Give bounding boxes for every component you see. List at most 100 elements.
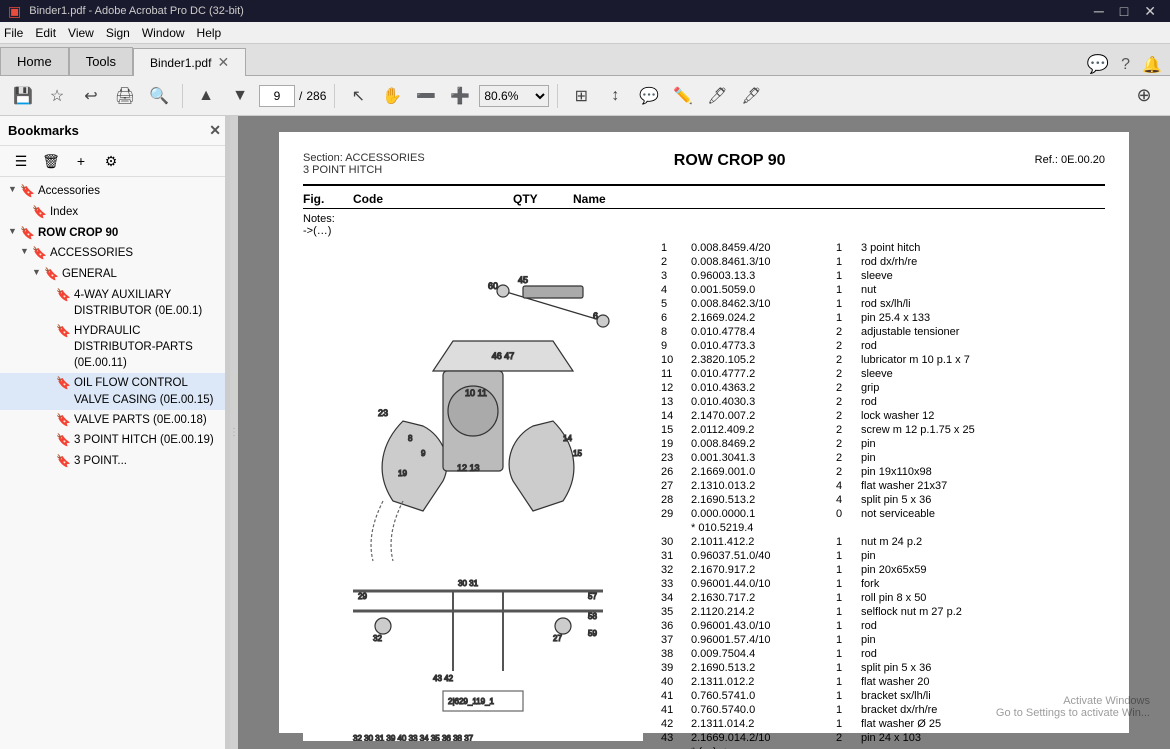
table-row: 5 0.008.8462.3/10 1 rod sx/lh/li <box>659 297 1105 311</box>
table-row: 23 0.001.3041.3 2 pin <box>659 451 1105 465</box>
page-input[interactable] <box>259 85 295 107</box>
delete-btn[interactable]: 🗑 <box>38 150 64 172</box>
table-row: 39 2.1690.513.2 1 split pin 5 x 36 <box>659 661 1105 675</box>
bookmark-index[interactable]: 🔖 Index <box>0 202 229 223</box>
bookmark-btn[interactable]: ☆ <box>42 81 72 111</box>
svg-text:57: 57 <box>588 592 597 601</box>
svg-text:2|629_119_1: 2|629_119_1 <box>448 697 495 706</box>
help-icon[interactable]: ? <box>1121 56 1130 74</box>
pen-btn[interactable]: ✏️ <box>668 81 698 111</box>
pdf-header: Section: ACCESSORIES 3 POINT HITCH ROW C… <box>303 152 1105 176</box>
table-row: 14 2.1470.007.2 2 lock washer 12 <box>659 409 1105 423</box>
table-row: 32 2.1670.917.2 1 pin 20x65x59 <box>659 563 1105 577</box>
next-page-btn[interactable]: ▼ <box>225 81 255 111</box>
toolbar: 💾 ☆ ↩ 🖨 🔍 ▲ ▼ / 286 ↖ ✋ ➖ ➕ 80.6% 50% 75… <box>0 76 1170 116</box>
page-nav: / 286 <box>259 85 326 107</box>
bookmark-valve-parts[interactable]: 🔖 VALVE PARTS (0E.00.18) <box>0 410 229 431</box>
comment-btn[interactable]: 💬 <box>634 81 664 111</box>
zoom-select[interactable]: 80.6% 50% 75% 100% 125% 150% <box>479 85 549 107</box>
zoom-out-btn[interactable]: ➖ <box>411 81 441 111</box>
bookmarks-title: Bookmarks <box>8 123 79 138</box>
table-row: 11 0.010.4777.2 2 sleeve <box>659 367 1105 381</box>
bookmark-3point-more[interactable]: 🔖 3 POINT... <box>0 451 229 472</box>
svg-text:15: 15 <box>573 449 582 458</box>
prev-page-btn[interactable]: ▲ <box>191 81 221 111</box>
svg-text:59: 59 <box>588 629 597 638</box>
close-panel-btn[interactable]: ✕ <box>209 122 221 139</box>
menu-sign[interactable]: Sign <box>106 26 130 40</box>
svg-text:58: 58 <box>588 612 597 621</box>
main-area: Bookmarks ✕ ☰ 🗑 + ⚙ ▼ 🔖 Accessories � <box>0 116 1170 749</box>
save-btn[interactable]: 💾 <box>8 81 38 111</box>
svg-text:19: 19 <box>398 469 407 478</box>
table-row: 13 0.010.4030.3 2 rod <box>659 395 1105 409</box>
sign-btn[interactable]: 🖋 <box>736 81 766 111</box>
menu-help[interactable]: Help <box>197 26 222 40</box>
menu-window[interactable]: Window <box>142 26 185 40</box>
left-panel: Bookmarks ✕ ☰ 🗑 + ⚙ ▼ 🔖 Accessories � <box>0 116 230 749</box>
close-btn[interactable]: ✕ <box>1138 3 1162 20</box>
maximize-btn[interactable]: □ <box>1114 3 1134 19</box>
chat-icon[interactable]: 💬 <box>1087 54 1109 75</box>
back-btn[interactable]: ↩ <box>76 81 106 111</box>
search-btn[interactable]: 🔍 <box>144 81 174 111</box>
table-row: 29 0.000.0000.1 0 not serviceable <box>659 507 1105 521</box>
pdf-page: Section: ACCESSORIES 3 POINT HITCH ROW C… <box>279 132 1129 733</box>
svg-text:32 30 31 39 40 33 34 35 36 38: 32 30 31 39 40 33 34 35 36 38 37 <box>353 734 474 741</box>
scroll-btn[interactable]: ↕ <box>600 81 630 111</box>
svg-text:10 11: 10 11 <box>465 388 487 398</box>
app-icon: ▣ <box>8 3 21 20</box>
pan-tool[interactable]: ✋ <box>377 81 407 111</box>
table-row: 9 0.010.4773.3 2 rod <box>659 339 1105 353</box>
toolbar-right: ⊕ <box>1126 81 1162 111</box>
svg-text:43 42: 43 42 <box>433 674 454 683</box>
menu-file[interactable]: File <box>4 26 23 40</box>
bookmark-accessories[interactable]: ▼ 🔖 Accessories <box>0 181 229 202</box>
bookmark-rowcrop90[interactable]: ▼ 🔖 ROW CROP 90 <box>0 223 229 244</box>
bookmark-hydraulic[interactable]: 🔖 HYDRAULIC DISTRIBUTOR-PARTS (0E.00.11) <box>0 321 229 373</box>
bookmark-4way[interactable]: 🔖 4-WAY AUXILIARY DISTRIBUTOR (0E.00.1) <box>0 285 229 321</box>
table-row: 34 2.1630.717.2 1 roll pin 8 x 50 <box>659 591 1105 605</box>
table-row: 3 0.96003.13.3 1 sleeve <box>659 269 1105 283</box>
bookmark-oilflow[interactable]: 🔖 OIL FLOW CONTROL VALVE CASING (0E.00.1… <box>0 373 229 409</box>
table-row: 26 2.1669.001.0 2 pin 19x110x98 <box>659 465 1105 479</box>
svg-text:23: 23 <box>378 408 388 418</box>
resize-divider[interactable]: ⋮ <box>230 116 238 749</box>
view-mode-btn[interactable]: ⊞ <box>566 81 596 111</box>
svg-text:27: 27 <box>553 634 562 643</box>
tab-close-btn[interactable]: ✕ <box>217 54 229 71</box>
panel-resize-handle[interactable] <box>225 116 229 749</box>
svg-text:12 13: 12 13 <box>457 463 480 473</box>
pdf-area[interactable]: Section: ACCESSORIES 3 POINT HITCH ROW C… <box>238 116 1170 749</box>
expand-all-btn[interactable]: ☰ <box>8 150 34 172</box>
tab-doc[interactable]: Binder1.pdf ✕ <box>133 48 246 76</box>
bookmark-general[interactable]: ▼ 🔖 GENERAL <box>0 264 229 285</box>
highlight-btn[interactable]: 🖊 <box>702 81 732 111</box>
tools-right-btn[interactable]: ⊕ <box>1126 81 1162 111</box>
pdf-section-info: Section: ACCESSORIES 3 POINT HITCH <box>303 152 425 176</box>
table-row: 36 0.96001.43.0/10 1 rod <box>659 619 1105 633</box>
cursor-tool[interactable]: ↖ <box>343 81 373 111</box>
table-row: 43 2.1669.014.2/10 2 pin 24 x 103 <box>659 731 1105 745</box>
svg-text:6: 6 <box>593 311 598 321</box>
menu-view[interactable]: View <box>68 26 94 40</box>
page-separator: / <box>299 89 302 103</box>
print-btn[interactable]: 🖨 <box>110 81 140 111</box>
minimize-btn[interactable]: ─ <box>1088 3 1110 19</box>
svg-text:30 31: 30 31 <box>458 579 479 588</box>
section-label: Section: ACCESSORIES <box>303 152 425 164</box>
tab-tools[interactable]: Tools <box>69 47 133 75</box>
table-row: 37 0.96001.57.4/10 1 pin <box>659 633 1105 647</box>
notification-icon[interactable]: 🔔 <box>1142 55 1162 75</box>
bookmark-3point-hitch[interactable]: 🔖 3 POINT HITCH (0E.00.19) <box>0 430 229 451</box>
menu-edit[interactable]: Edit <box>35 26 56 40</box>
pdf-notes: Notes: ->(…) <box>303 213 1105 237</box>
tab-home[interactable]: Home <box>0 47 69 75</box>
bookmark-accessories2[interactable]: ▼ 🔖 ACCESSORIES <box>0 243 229 264</box>
zoom-in-btn[interactable]: ➕ <box>445 81 475 111</box>
table-row: 4 0.001.5059.0 1 nut <box>659 283 1105 297</box>
add-bookmark-btn[interactable]: + <box>68 150 94 172</box>
bookmarks-tree: ▼ 🔖 Accessories 🔖 Index ▼ 🔖 ROW CROP 90 <box>0 177 229 749</box>
settings-bookmark-btn[interactable]: ⚙ <box>98 150 124 172</box>
panel-toolbar: ☰ 🗑 + ⚙ <box>0 146 229 177</box>
